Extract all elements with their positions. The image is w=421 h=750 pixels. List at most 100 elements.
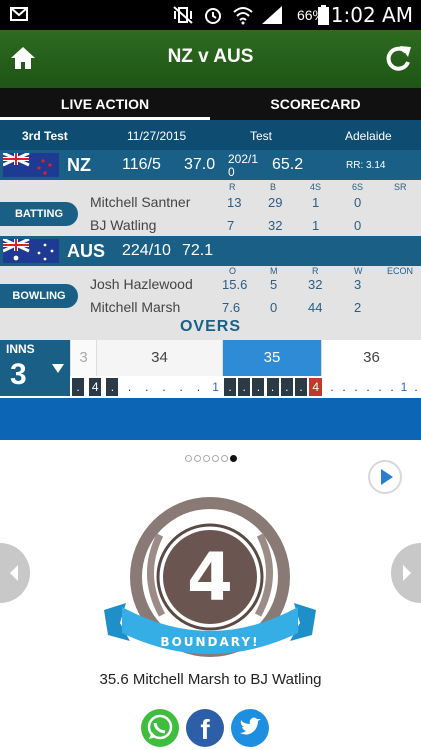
bowler-maidens: 5 — [270, 277, 278, 292]
dot-ball: . — [238, 378, 251, 396]
match-date: 11/27/2015 — [127, 129, 187, 143]
dot-ball: . — [179, 380, 183, 394]
bowler-overs: 7.6 — [222, 300, 241, 315]
bowling-team-row: AUS 224/10 72.1 — [0, 236, 421, 266]
alarm-icon — [205, 8, 221, 24]
boundary-ribbon-text: BOUNDARY! — [160, 635, 259, 649]
bowler-wickets: 2 — [354, 300, 362, 315]
bowling-team-code: AUS — [67, 241, 106, 261]
carousel-dot[interactable] — [193, 455, 201, 462]
batter-runs: 13 — [227, 195, 242, 210]
bowling-col-econ: ECON — [387, 266, 414, 276]
dot-ball: . — [252, 378, 265, 396]
dot-ball: . — [414, 380, 418, 394]
target-score-line1: 202/1 — [228, 152, 259, 166]
innings-label: INNS — [6, 342, 35, 356]
batter-balls: 29 — [268, 195, 283, 210]
dot-ball: . — [145, 380, 149, 394]
carousel-dot-active[interactable] — [229, 455, 237, 462]
battery-icon — [318, 5, 329, 25]
dot-ball: . — [127, 380, 132, 394]
dot-ball: . — [224, 378, 236, 396]
bowler-runs: 32 — [308, 277, 323, 292]
refresh-icon[interactable] — [384, 44, 412, 74]
dot-ball: . — [162, 380, 166, 394]
test-number: 3rd Test — [22, 129, 68, 143]
carousel-dot[interactable] — [202, 455, 210, 462]
carousel-dots — [0, 449, 421, 467]
batting-col-sr: SR — [394, 182, 407, 192]
dot-ball: . — [342, 380, 346, 394]
boundary-runs: 4 — [187, 539, 233, 616]
bowler-overs: 15.6 — [222, 277, 248, 292]
dot-ball: . — [196, 380, 201, 394]
dot-ball: . — [295, 378, 307, 396]
status-bar: 66% 1:02 AM — [0, 0, 421, 30]
run-rate: RR: 3.14 — [346, 160, 386, 171]
bowling-section: O M R W ECON BOWLING Josh Hazlewood 15.6… — [0, 266, 421, 318]
innings-value: 3 — [10, 358, 27, 391]
batter-name: Mitchell Santner — [90, 194, 191, 210]
tab-live-action[interactable]: LIVE ACTION — [0, 88, 210, 120]
batting-label: BATTING — [0, 202, 78, 226]
previous-arrow-icon[interactable] — [0, 543, 34, 603]
twitter-icon[interactable] — [230, 708, 270, 748]
batting-team-code: NZ — [67, 155, 91, 175]
batting-team-row: NZ 116/5 37.0 202/1 0 65.2 RR: 3.14 — [0, 150, 421, 180]
clock: 1:02 AM — [330, 3, 413, 27]
dot-ball: . — [330, 380, 334, 394]
batting-col-4s: 4S — [310, 182, 322, 192]
overs-header: OVERS — [0, 318, 421, 340]
bowler-name: Mitchell Marsh — [90, 299, 181, 315]
whatsapp-icon[interactable] — [140, 708, 180, 748]
target-score-line2: 0 — [228, 165, 235, 179]
batting-team-score: 116/5 — [122, 156, 161, 173]
facebook-icon[interactable]: f — [185, 708, 225, 748]
australia-flag-icon — [3, 239, 59, 263]
dot-ball: . — [72, 378, 84, 396]
match-info: 3rd Test 11/27/2015 Test Adelaide — [0, 120, 421, 150]
batting-col-r: R — [229, 182, 236, 192]
app-header: NZ v AUS — [0, 30, 421, 88]
carousel-dot[interactable] — [220, 455, 228, 462]
over-cell[interactable]: 3 — [70, 340, 96, 376]
bowler-wickets: 3 — [354, 277, 362, 292]
batter-balls: 32 — [268, 218, 283, 233]
over-cell[interactable]: 36 — [321, 340, 421, 376]
signal-icon — [262, 6, 282, 24]
banner-bar — [0, 398, 421, 440]
next-arrow-icon[interactable] — [387, 543, 421, 603]
dropdown-arrow-icon — [52, 364, 64, 373]
bowler-maidens: 0 — [270, 300, 278, 315]
scoring-ball: 1 — [212, 380, 219, 394]
batter-runs: 7 — [227, 218, 235, 233]
scoring-ball: 1 — [400, 380, 408, 394]
batting-col-6s: 6S — [352, 182, 364, 192]
over-cell-selected[interactable]: 35 — [222, 340, 321, 376]
bowling-team-score: 224/10 — [122, 242, 171, 259]
tab-scorecard[interactable]: SCORECARD — [210, 88, 421, 120]
boundary-badge-icon: 4 BOUNDARY! — [104, 497, 316, 657]
vibrate-icon — [173, 6, 193, 24]
mail-icon — [10, 7, 28, 21]
batter-fours: 1 — [312, 218, 320, 233]
dot-ball: . — [280, 378, 293, 396]
bowling-col-r: R — [312, 266, 319, 276]
batter-sixes: 0 — [354, 195, 362, 210]
batter-name: BJ Watling — [90, 217, 157, 233]
dot-ball: . — [378, 380, 382, 394]
batter-sixes: 0 — [354, 218, 362, 233]
carousel-dot[interactable] — [184, 455, 192, 462]
innings-selector[interactable]: INNS 3 — [0, 340, 70, 396]
dot-ball: . — [354, 380, 358, 394]
play-icon[interactable] — [367, 459, 403, 495]
over-cell[interactable]: 34 — [96, 340, 222, 376]
carousel-dot[interactable] — [211, 455, 219, 462]
bowler-runs: 44 — [308, 300, 323, 315]
svg-text:f: f — [200, 714, 210, 745]
match-format: Test — [250, 129, 273, 143]
scoring-ball: 4 — [89, 378, 102, 396]
page-title: NZ v AUS — [167, 46, 254, 67]
bowling-col-w: W — [354, 266, 363, 276]
wifi-icon — [233, 7, 253, 25]
